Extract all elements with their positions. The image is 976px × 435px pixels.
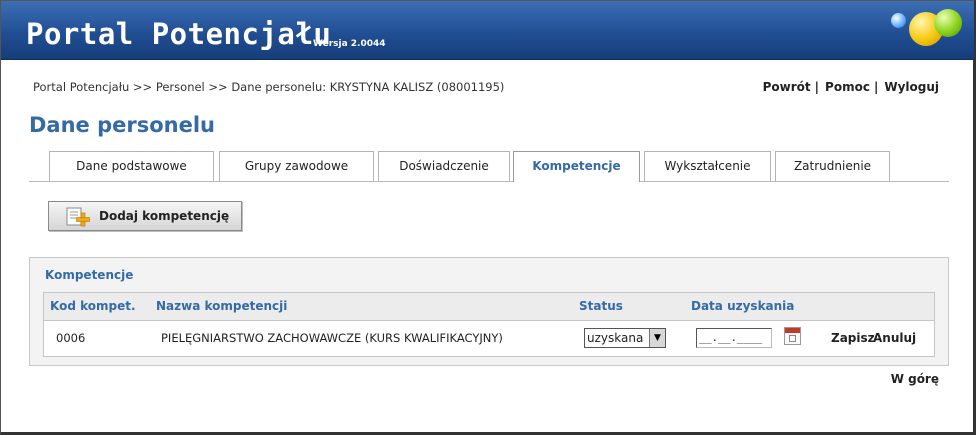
competence-table: Kod kompet. Nazwa kompetencji Status Dat… <box>43 292 935 357</box>
add-competence-button[interactable]: Dodaj kompetencję <box>48 201 242 231</box>
tab-doswiadczenie[interactable]: Doświadczenie <box>378 151 510 181</box>
tab-zatrudnienie[interactable]: Zatrudnienie <box>775 151 890 181</box>
tab-dane-podstawowe[interactable]: Dane podstawowe <box>49 151 214 181</box>
column-header-name: Nazwa kompetencji <box>156 299 288 313</box>
app-header: Portal Potencjału Wersja 2.0044 <box>1 1 974 60</box>
column-header-code: Kod kompet. <box>50 299 136 313</box>
tab-bar: Dane podstawowe Grupy zawodowe Doświadcz… <box>29 151 949 182</box>
top-links-separator: | <box>873 80 879 94</box>
cancel-link[interactable]: Anuluj <box>873 331 916 345</box>
logo-bubbles-icon <box>887 7 967 53</box>
calendar-icon[interactable] <box>784 327 801 345</box>
column-header-date: Data uzyskania <box>691 299 795 313</box>
app-title: Portal Potencjału <box>26 17 332 51</box>
dropdown-arrow-icon[interactable]: ▼ <box>649 329 665 347</box>
table-row: 0006 PIELĘGNIARSTWO ZACHOWAWCZE (KURS KW… <box>44 321 934 356</box>
tab-grupy-zawodowe[interactable]: Grupy zawodowe <box>219 151 374 181</box>
back-to-top-link[interactable]: W górę <box>891 372 939 386</box>
panel-title: Kompetencje <box>45 268 134 282</box>
add-competence-label: Dodaj kompetencję <box>99 209 230 223</box>
column-header-status: Status <box>579 299 623 313</box>
page-title: Dane personelu <box>29 113 216 137</box>
tab-wyksztalcenie[interactable]: Wykształcenie <box>644 151 771 181</box>
app-window: Portal Potencjału Wersja 2.0044 Portal P… <box>0 0 976 435</box>
status-value: uzyskana <box>587 331 644 345</box>
app-version: Wersja 2.0044 <box>313 39 386 49</box>
tab-kompetencje[interactable]: Kompetencje <box>513 151 640 182</box>
breadcrumb: Portal Potencjału >> Personel >> Dane pe… <box>33 80 505 94</box>
save-link[interactable]: Zapisz <box>831 331 875 345</box>
logout-link[interactable]: Wyloguj <box>884 80 939 94</box>
help-link[interactable]: Pomoc <box>825 80 870 94</box>
competence-panel: Kompetencje Kod kompet. Nazwa kompetencj… <box>29 257 949 366</box>
date-obtained-input[interactable]: __.__.____ <box>696 328 772 348</box>
top-links: Powrót | Pomoc | Wyloguj <box>763 80 939 94</box>
back-link[interactable]: Powrót <box>763 80 811 94</box>
add-document-icon <box>66 207 90 227</box>
top-links-separator: | <box>814 80 820 94</box>
table-header: Kod kompet. Nazwa kompetencji Status Dat… <box>44 293 934 321</box>
competence-name: PIELĘGNIARSTWO ZACHOWAWCZE (KURS KWALIFI… <box>161 331 503 345</box>
status-select[interactable]: uzyskana ▼ <box>584 328 666 348</box>
competence-code: 0006 <box>56 331 86 345</box>
